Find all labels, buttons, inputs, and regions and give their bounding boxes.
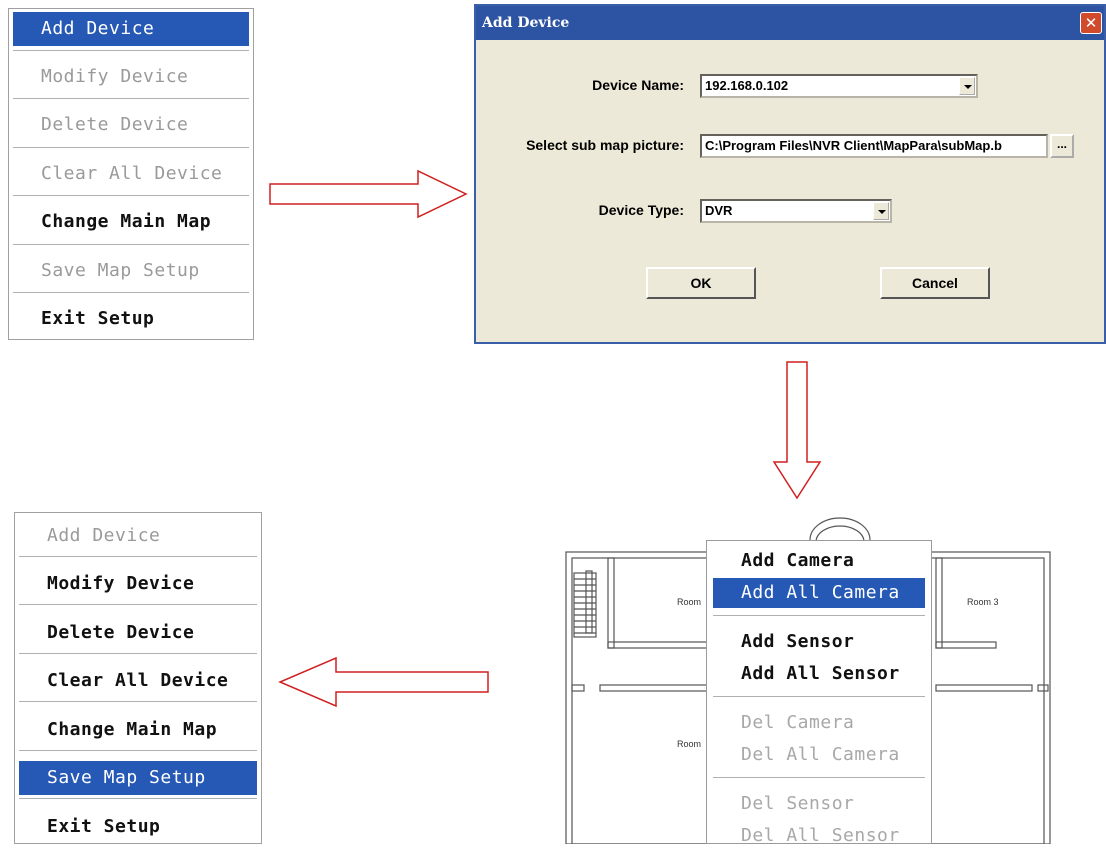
flow-arrows [269,169,822,708]
arrow-down-icon [772,361,822,500]
arrow-left-icon [278,656,489,708]
arrow-right-icon [269,169,468,219]
